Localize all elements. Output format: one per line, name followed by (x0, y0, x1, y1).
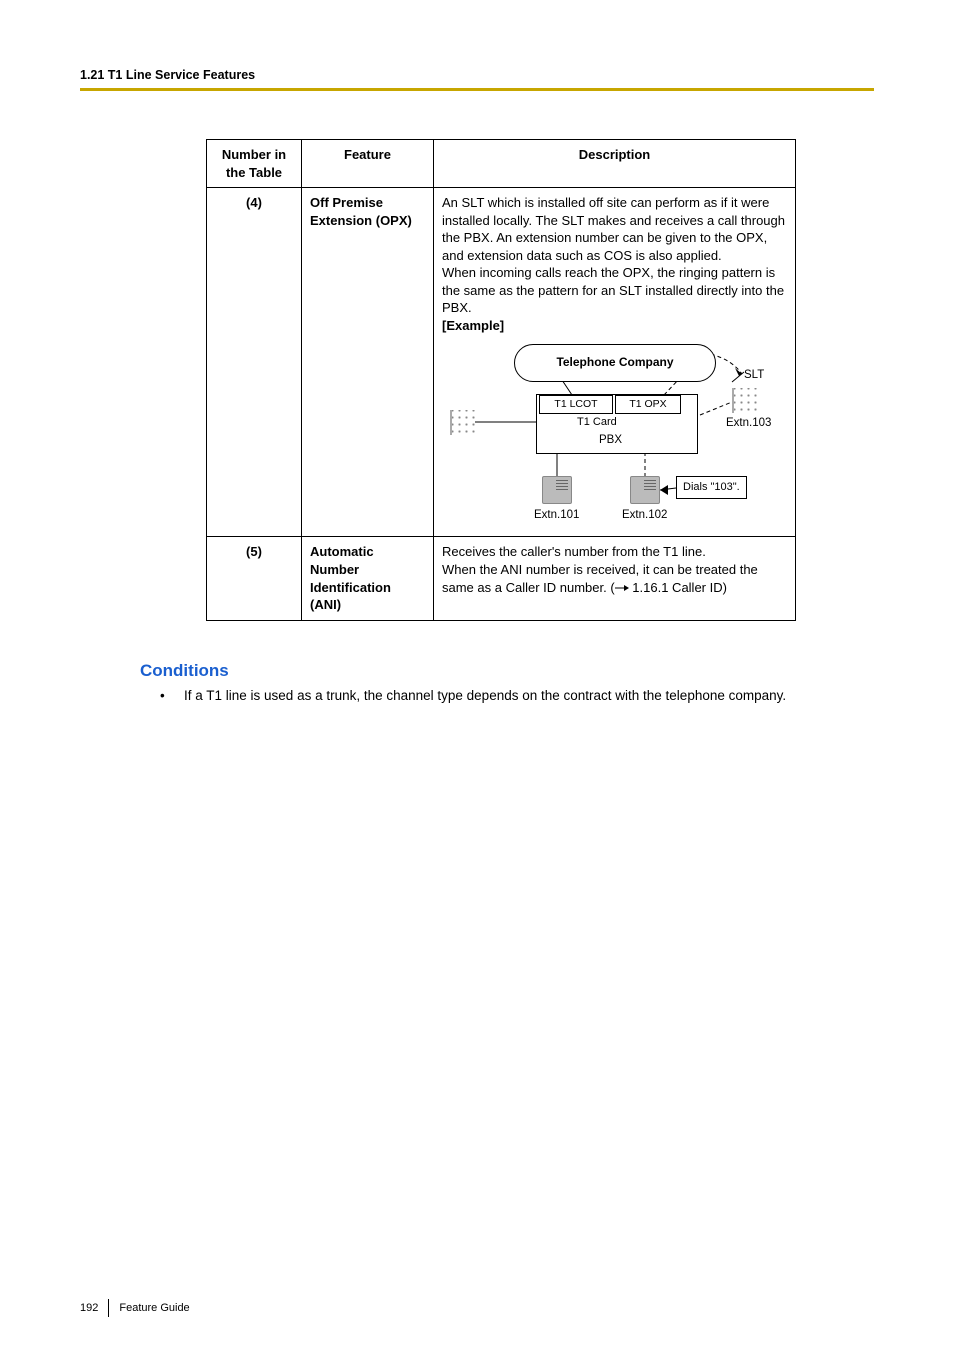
footer-divider (108, 1299, 109, 1317)
cell-description: Receives the caller's number from the T1… (434, 537, 796, 620)
t1-card-label: T1 Card (577, 415, 617, 430)
dials-box: Dials "103". (676, 476, 747, 499)
pbx-keypad-icon (450, 410, 477, 440)
slt-keypad-icon (732, 388, 759, 418)
cell-description: An SLT which is installed off site can p… (434, 188, 796, 537)
page-footer: 192 Feature Guide (80, 1299, 190, 1317)
telco-cloud: Telephone Company (514, 344, 716, 382)
bullet-icon: • (160, 687, 184, 705)
cross-ref-link[interactable]: 1.16.1 Caller ID (629, 580, 723, 595)
extn102-label: Extn.102 (622, 508, 667, 524)
desc-para: An SLT which is installed off site can p… (442, 195, 785, 263)
phone-icon (630, 476, 660, 504)
th-feature: Feature (302, 140, 434, 188)
conditions-item: If a T1 line is used as a trunk, the cha… (184, 687, 786, 705)
conditions-bullet: • If a T1 line is used as a trunk, the c… (160, 687, 820, 705)
section-header: 1.21 T1 Line Service Features (80, 68, 874, 82)
desc-para-post: ) (723, 580, 727, 595)
desc-para: Receives the caller's number from the T1… (442, 544, 706, 559)
feature-table: Number in the Table Feature Description … (206, 139, 796, 621)
page-number: 192 (80, 1302, 98, 1314)
table-row: (4) Off Premise Extension (OPX) An SLT w… (207, 188, 796, 537)
example-label: [Example] (442, 318, 504, 333)
doc-title: Feature Guide (119, 1302, 189, 1314)
pbx-label: PBX (599, 433, 622, 449)
cell-feature: Automatic Number Identification (ANI) (302, 537, 434, 620)
th-description: Description (434, 140, 796, 188)
table-row: (5) Automatic Number Identification (ANI… (207, 537, 796, 620)
cell-number: (4) (207, 188, 302, 537)
desc-para: When incoming calls reach the OPX, the r… (442, 265, 784, 315)
slt-label: SLT (744, 368, 764, 384)
t1-lcot-box: T1 LCOT (539, 395, 613, 414)
cell-number: (5) (207, 537, 302, 620)
extn103-label: Extn.103 (726, 416, 771, 432)
cell-feature: Off Premise Extension (OPX) (302, 188, 434, 537)
phone-icon (542, 476, 572, 504)
extn101-label: Extn.101 (534, 508, 579, 524)
t1-opx-box: T1 OPX (615, 395, 681, 414)
opx-diagram: Telephone Company T1 LCOT T1 OPX T1 Card… (442, 340, 787, 530)
pbx-box: T1 LCOT T1 OPX T1 Card PBX (536, 394, 698, 454)
th-number: Number in the Table (207, 140, 302, 188)
arrow-right-icon (615, 580, 629, 598)
conditions-heading: Conditions (140, 661, 874, 681)
header-rule (80, 88, 874, 91)
